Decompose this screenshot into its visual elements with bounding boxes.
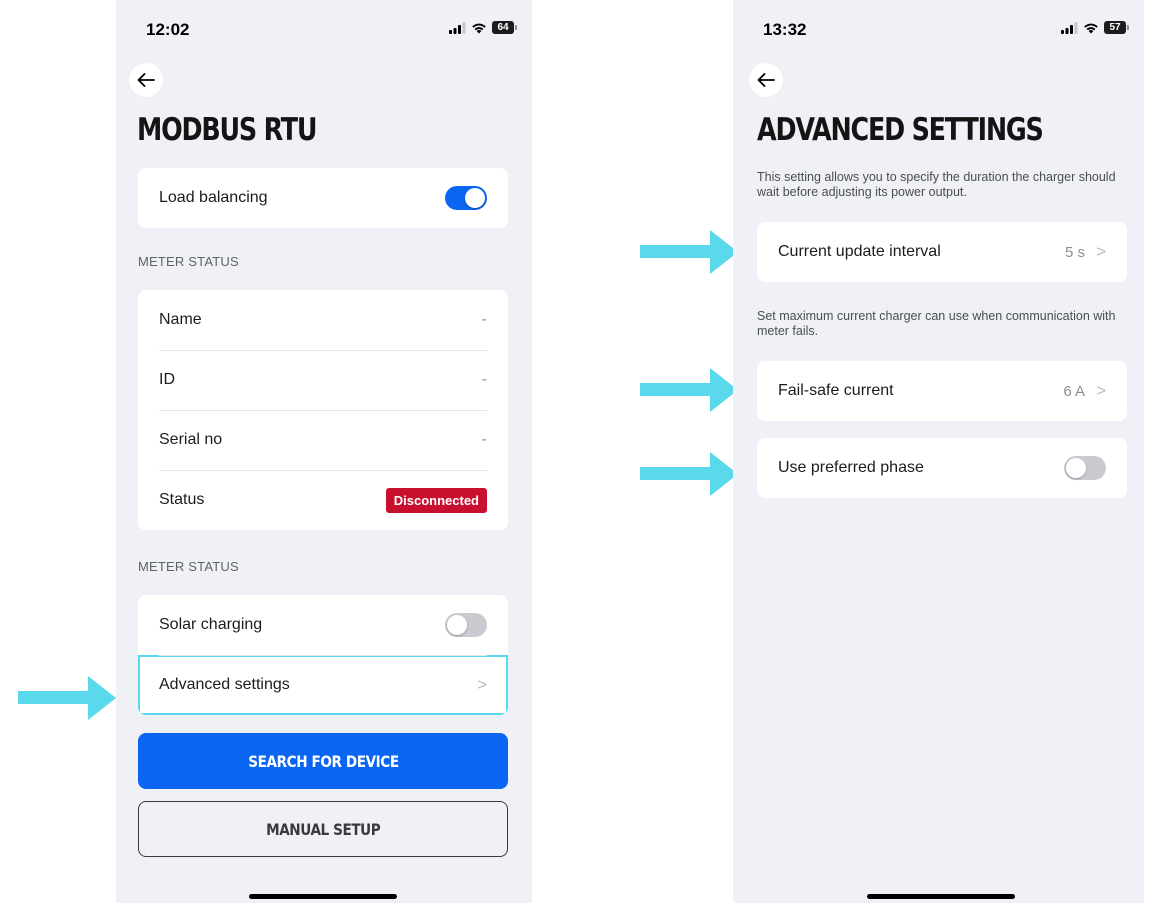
solar-charging-toggle[interactable] — [445, 613, 487, 637]
status-icons: 64 — [449, 21, 517, 34]
load-balancing-label: Load balancing — [159, 189, 268, 206]
failsafe-row[interactable]: Fail-safe current 6 A > — [757, 361, 1127, 421]
load-balancing-row: Load balancing — [138, 168, 508, 228]
search-for-device-button[interactable]: SEARCH FOR DEVICE — [138, 733, 508, 789]
meter-serial-row: Serial no - — [138, 410, 508, 470]
back-button[interactable] — [749, 63, 783, 97]
chevron-right-icon: > — [1096, 242, 1106, 261]
preferred-phase-label: Use preferred phase — [778, 459, 924, 476]
battery-icon: 64 — [492, 21, 517, 34]
meter-name-row: Name - — [138, 290, 508, 350]
meter-name-label: Name — [159, 311, 202, 328]
preferred-phase-row: Use preferred phase — [757, 438, 1127, 498]
solar-card: Solar charging Advanced settings > — [138, 595, 508, 715]
meter-name-value: - — [481, 311, 487, 328]
annotation-arrow-icon — [640, 230, 738, 274]
second-section-label: METER STATUS — [138, 559, 239, 574]
load-balancing-card: Load balancing — [138, 168, 508, 228]
update-interval-description: This setting allows you to specify the d… — [757, 170, 1116, 199]
search-for-device-label: SEARCH FOR DEVICE — [247, 751, 399, 771]
manual-setup-label: MANUAL SETUP — [265, 819, 381, 839]
meter-status-label: Status — [159, 491, 205, 508]
manual-setup-button[interactable]: MANUAL SETUP — [138, 801, 508, 857]
status-bar: 13:32 57 — [733, 0, 1144, 60]
annotation-arrow-icon — [18, 676, 116, 720]
annotation-arrow-icon — [640, 368, 738, 412]
advanced-settings-screen: 13:32 57 ADVANCED SETTINGS This setting … — [733, 0, 1144, 903]
solar-charging-row: Solar charging — [138, 595, 508, 655]
status-time: 13:32 — [763, 20, 807, 39]
chevron-right-icon: > — [477, 675, 487, 694]
signal-icon — [1061, 21, 1078, 34]
advanced-settings-row[interactable]: Advanced settings > — [138, 655, 508, 715]
status-bar: 12:02 64 — [116, 0, 532, 60]
meter-id-label: ID — [159, 371, 175, 388]
meter-serial-label: Serial no — [159, 431, 223, 448]
solar-charging-label: Solar charging — [159, 616, 263, 633]
chevron-right-icon: > — [1096, 381, 1106, 400]
status-time: 12:02 — [146, 20, 190, 39]
update-interval-label: Current update interval — [778, 243, 941, 260]
failsafe-label: Fail-safe current — [778, 382, 894, 399]
meter-status-card: Name - ID - Serial no - Status Disconnec… — [138, 290, 508, 530]
page-title: MODBUS RTU — [137, 112, 318, 148]
back-arrow-icon — [757, 73, 775, 87]
page-title: ADVANCED SETTINGS — [757, 112, 1044, 148]
failsafe-value: 6 A — [1063, 382, 1086, 400]
update-interval-card: Current update interval 5 s > — [757, 222, 1127, 282]
battery-icon: 57 — [1104, 21, 1129, 34]
meter-serial-value: - — [481, 431, 487, 448]
failsafe-description: Set maximum current charger can use when… — [757, 309, 1116, 338]
load-balancing-toggle[interactable] — [445, 186, 487, 210]
modbus-rtu-screen: 12:02 64 MODBUS RTU Load balancing METER… — [116, 0, 532, 903]
meter-status-row: Status Disconnected — [138, 470, 508, 530]
status-icons: 57 — [1061, 21, 1129, 34]
home-indicator — [249, 894, 397, 899]
wifi-icon — [1084, 23, 1098, 33]
status-badge: Disconnected — [385, 487, 487, 513]
meter-id-row: ID - — [138, 350, 508, 410]
failsafe-card: Fail-safe current 6 A > — [757, 361, 1127, 421]
signal-icon — [449, 21, 466, 34]
meter-id-value: - — [481, 371, 487, 388]
wifi-icon — [472, 23, 486, 33]
preferred-phase-toggle[interactable] — [1064, 456, 1106, 480]
update-interval-row[interactable]: Current update interval 5 s > — [757, 222, 1127, 282]
annotation-arrow-icon — [640, 452, 738, 496]
back-button[interactable] — [129, 63, 163, 97]
home-indicator — [867, 894, 1015, 899]
advanced-settings-label: Advanced settings — [159, 676, 290, 693]
back-arrow-icon — [137, 73, 155, 87]
update-interval-value: 5 s — [1065, 243, 1086, 261]
meter-status-section-label: METER STATUS — [138, 254, 239, 269]
preferred-phase-card: Use preferred phase — [757, 438, 1127, 498]
